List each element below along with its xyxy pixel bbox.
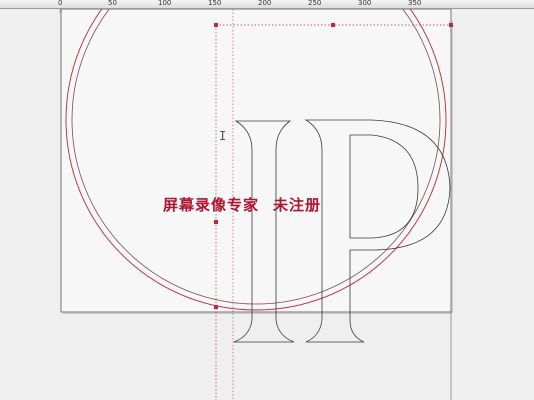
drawing-canvas[interactable]: I 屏幕录像专家 未注册 [0, 9, 534, 400]
ruler-label: 300 [358, 0, 372, 7]
ruler-label: 0 [58, 0, 63, 7]
artboard[interactable] [60, 9, 452, 313]
recorder-watermark: 屏幕录像专家 未注册 [163, 194, 321, 215]
ruler-label: 150 [208, 0, 222, 7]
ruler-label: 50 [108, 0, 117, 7]
ruler-label: 100 [158, 0, 172, 7]
text-cursor-icon: I [219, 129, 227, 143]
top-ruler[interactable]: 0 50 100 150 200 250 300 350 [0, 0, 534, 9]
ruler-label: 250 [308, 0, 322, 7]
watermark-part2: 未注册 [273, 196, 322, 214]
ruler-label: 350 [408, 0, 422, 7]
watermark-part1: 屏幕录像专家 [163, 196, 260, 214]
ruler-label: 200 [258, 0, 272, 7]
